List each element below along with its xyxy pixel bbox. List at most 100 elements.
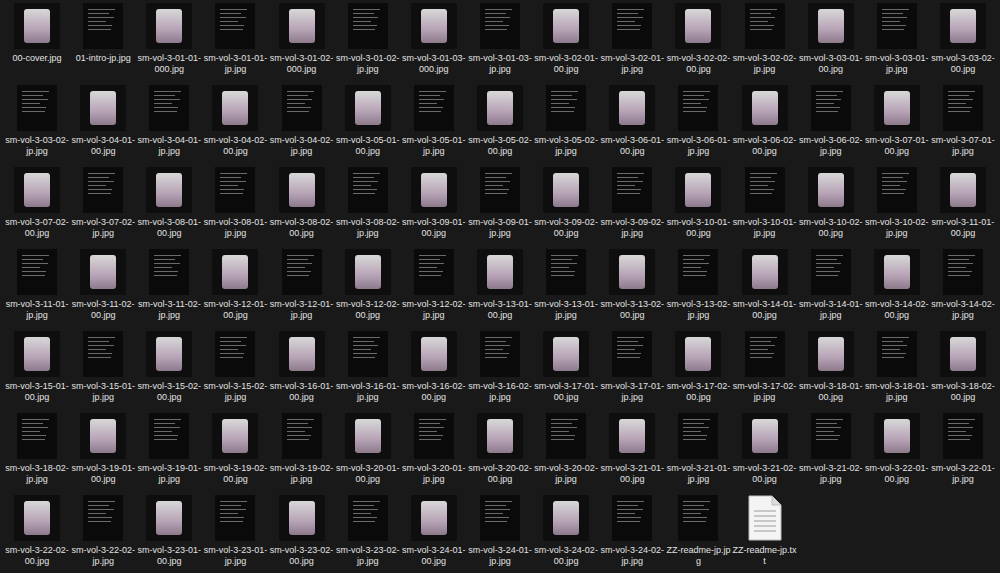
file-tile[interactable]: sm-vol-3-09-01-jp.jpg <box>467 166 533 243</box>
file-tile[interactable]: sm-vol-3-16-02-00.jpg <box>401 330 467 407</box>
file-tile[interactable]: sm-vol-3-24-01-jp.jpg <box>467 494 533 571</box>
file-tile[interactable]: sm-vol-3-01-01-000.jpg <box>136 2 202 79</box>
file-tile[interactable]: sm-vol-3-06-01-00.jpg <box>599 84 665 161</box>
file-tile[interactable]: sm-vol-3-24-02-00.jpg <box>533 494 599 571</box>
file-tile[interactable]: sm-vol-3-01-02-000.jpg <box>269 2 335 79</box>
file-tile[interactable]: sm-vol-3-21-02-jp.jpg <box>798 412 864 489</box>
file-tile[interactable]: sm-vol-3-09-02-jp.jpg <box>599 166 665 243</box>
file-tile[interactable]: sm-vol-3-11-02-jp.jpg <box>136 248 202 325</box>
file-tile[interactable]: sm-vol-3-23-02-00.jpg <box>269 494 335 571</box>
file-tile[interactable]: sm-vol-3-04-01-00.jpg <box>70 84 136 161</box>
file-tile[interactable]: sm-vol-3-19-02-jp.jpg <box>269 412 335 489</box>
file-tile[interactable]: sm-vol-3-12-02-00.jpg <box>335 248 401 325</box>
file-tile[interactable]: sm-vol-3-13-02-jp.jpg <box>665 248 731 325</box>
file-tile[interactable]: sm-vol-3-22-02-jp.jpg <box>70 494 136 571</box>
file-tile[interactable]: sm-vol-3-18-02-00.jpg <box>930 330 996 407</box>
file-tile[interactable]: sm-vol-3-04-01-jp.jpg <box>136 84 202 161</box>
file-tile[interactable]: sm-vol-3-15-01-jp.jpg <box>70 330 136 407</box>
file-tile[interactable]: sm-vol-3-12-02-jp.jpg <box>401 248 467 325</box>
file-tile[interactable]: sm-vol-3-14-02-jp.jpg <box>930 248 996 325</box>
file-tile[interactable]: sm-vol-3-23-02-jp.jpg <box>335 494 401 571</box>
file-tile[interactable]: sm-vol-3-06-02-jp.jpg <box>798 84 864 161</box>
file-tile[interactable]: sm-vol-3-13-01-jp.jpg <box>533 248 599 325</box>
file-tile[interactable]: sm-vol-3-10-01-00.jpg <box>665 166 731 243</box>
file-tile[interactable]: sm-vol-3-14-02-00.jpg <box>864 248 930 325</box>
file-tile[interactable]: sm-vol-3-02-01-jp.jpg <box>599 2 665 79</box>
file-tile[interactable]: sm-vol-3-03-01-00.jpg <box>798 2 864 79</box>
file-tile[interactable]: sm-vol-3-01-02-jp.jpg <box>335 2 401 79</box>
file-tile[interactable]: sm-vol-3-23-01-00.jpg <box>136 494 202 571</box>
file-tile[interactable]: sm-vol-3-12-01-00.jpg <box>202 248 268 325</box>
file-tile[interactable]: sm-vol-3-02-01-00.jpg <box>533 2 599 79</box>
file-tile[interactable]: sm-vol-3-10-02-00.jpg <box>798 166 864 243</box>
file-tile[interactable]: ZZ-readme-jp.jpg <box>665 494 731 571</box>
file-tile[interactable]: sm-vol-3-08-02-jp.jpg <box>335 166 401 243</box>
file-tile[interactable]: sm-vol-3-01-01-jp.jpg <box>202 2 268 79</box>
file-tile[interactable]: sm-vol-3-07-02-00.jpg <box>4 166 70 243</box>
file-tile[interactable]: 01-intro-jp.jpg <box>70 2 136 79</box>
file-tile[interactable]: sm-vol-3-16-01-00.jpg <box>269 330 335 407</box>
file-tile[interactable]: sm-vol-3-12-01-jp.jpg <box>269 248 335 325</box>
file-tile[interactable]: sm-vol-3-10-01-jp.jpg <box>731 166 797 243</box>
file-tile[interactable]: sm-vol-3-04-02-jp.jpg <box>269 84 335 161</box>
file-tile[interactable]: sm-vol-3-15-02-00.jpg <box>136 330 202 407</box>
file-tile[interactable]: sm-vol-3-20-02-00.jpg <box>467 412 533 489</box>
file-tile[interactable]: sm-vol-3-19-01-jp.jpg <box>136 412 202 489</box>
file-tile[interactable]: sm-vol-3-22-01-00.jpg <box>864 412 930 489</box>
file-tile[interactable]: sm-vol-3-22-01-jp.jpg <box>930 412 996 489</box>
file-tile[interactable]: sm-vol-3-03-02-jp.jpg <box>4 84 70 161</box>
file-tile[interactable]: sm-vol-3-20-01-00.jpg <box>335 412 401 489</box>
file-tile[interactable]: sm-vol-3-21-02-00.jpg <box>731 412 797 489</box>
file-tile[interactable]: sm-vol-3-17-02-jp.jpg <box>731 330 797 407</box>
file-tile[interactable]: sm-vol-3-11-01-00.jpg <box>930 166 996 243</box>
file-tile[interactable]: sm-vol-3-14-01-jp.jpg <box>798 248 864 325</box>
file-tile[interactable]: sm-vol-3-03-01-jp.jpg <box>864 2 930 79</box>
file-tile[interactable]: sm-vol-3-03-02-00.jpg <box>930 2 996 79</box>
file-tile[interactable]: sm-vol-3-08-01-00.jpg <box>136 166 202 243</box>
file-tile[interactable]: sm-vol-3-08-02-00.jpg <box>269 166 335 243</box>
file-tile[interactable]: sm-vol-3-15-02-jp.jpg <box>202 330 268 407</box>
file-tile[interactable]: sm-vol-3-02-02-00.jpg <box>665 2 731 79</box>
file-tile[interactable]: sm-vol-3-15-01-00.jpg <box>4 330 70 407</box>
file-tile[interactable]: sm-vol-3-01-03-000.jpg <box>401 2 467 79</box>
file-tile[interactable]: sm-vol-3-19-02-00.jpg <box>202 412 268 489</box>
file-tile[interactable]: sm-vol-3-14-01-00.jpg <box>731 248 797 325</box>
file-tile[interactable]: sm-vol-3-05-02-00.jpg <box>467 84 533 161</box>
file-tile[interactable]: sm-vol-3-05-02-jp.jpg <box>533 84 599 161</box>
file-tile[interactable]: sm-vol-3-24-02-jp.jpg <box>599 494 665 571</box>
file-tile[interactable]: sm-vol-3-07-01-00.jpg <box>864 84 930 161</box>
file-tile[interactable]: sm-vol-3-20-01-jp.jpg <box>401 412 467 489</box>
file-tile[interactable]: sm-vol-3-22-02-00.jpg <box>4 494 70 571</box>
file-tile[interactable]: sm-vol-3-09-01-00.jpg <box>401 166 467 243</box>
file-tile[interactable]: sm-vol-3-18-02-jp.jpg <box>4 412 70 489</box>
file-tile[interactable]: sm-vol-3-06-02-00.jpg <box>731 84 797 161</box>
file-tile[interactable]: sm-vol-3-02-02-jp.jpg <box>731 2 797 79</box>
file-tile[interactable]: sm-vol-3-09-02-00.jpg <box>533 166 599 243</box>
file-tile[interactable]: sm-vol-3-24-01-00.jpg <box>401 494 467 571</box>
file-tile[interactable]: sm-vol-3-21-01-jp.jpg <box>665 412 731 489</box>
file-tile[interactable]: sm-vol-3-19-01-00.jpg <box>70 412 136 489</box>
file-tile[interactable]: ZZ-readme-jp.txt <box>731 494 797 571</box>
file-tile[interactable]: sm-vol-3-17-02-00.jpg <box>665 330 731 407</box>
file-tile[interactable]: 00-cover.jpg <box>4 2 70 79</box>
file-tile[interactable]: sm-vol-3-21-01-00.jpg <box>599 412 665 489</box>
file-tile[interactable]: sm-vol-3-11-01-jp.jpg <box>4 248 70 325</box>
file-tile[interactable]: sm-vol-3-10-02-jp.jpg <box>864 166 930 243</box>
file-tile[interactable]: sm-vol-3-17-01-jp.jpg <box>599 330 665 407</box>
file-tile[interactable]: sm-vol-3-20-02-jp.jpg <box>533 412 599 489</box>
file-tile[interactable]: sm-vol-3-07-02-jp.jpg <box>70 166 136 243</box>
file-tile[interactable]: sm-vol-3-05-01-00.jpg <box>335 84 401 161</box>
file-tile[interactable]: sm-vol-3-18-01-00.jpg <box>798 330 864 407</box>
file-tile[interactable]: sm-vol-3-23-01-jp.jpg <box>202 494 268 571</box>
file-tile[interactable]: sm-vol-3-16-01-jp.jpg <box>335 330 401 407</box>
file-tile[interactable]: sm-vol-3-08-01-jp.jpg <box>202 166 268 243</box>
file-tile[interactable]: sm-vol-3-07-01-jp.jpg <box>930 84 996 161</box>
file-tile[interactable]: sm-vol-3-06-01-jp.jpg <box>665 84 731 161</box>
file-tile[interactable]: sm-vol-3-16-02-jp.jpg <box>467 330 533 407</box>
file-tile[interactable]: sm-vol-3-05-01-jp.jpg <box>401 84 467 161</box>
file-tile[interactable]: sm-vol-3-17-01-00.jpg <box>533 330 599 407</box>
file-tile[interactable]: sm-vol-3-11-02-00.jpg <box>70 248 136 325</box>
file-tile[interactable]: sm-vol-3-01-03-jp.jpg <box>467 2 533 79</box>
file-tile[interactable]: sm-vol-3-13-01-00.jpg <box>467 248 533 325</box>
file-tile[interactable]: sm-vol-3-18-01-jp.jpg <box>864 330 930 407</box>
